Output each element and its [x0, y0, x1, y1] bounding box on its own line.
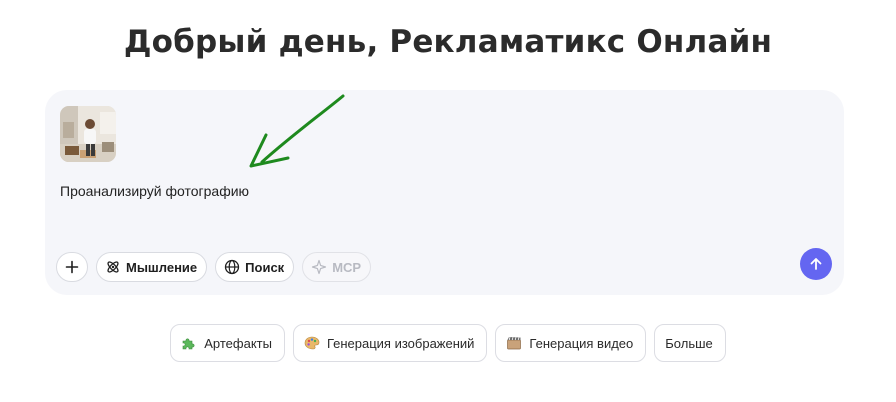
thinking-label: Мышление: [126, 259, 198, 275]
film-box-icon: [507, 336, 522, 350]
prompt-input-text[interactable]: Проанализируй фотографию: [60, 183, 249, 199]
suggestion-label: Генерация видео: [529, 335, 634, 351]
search-label: Поиск: [245, 259, 285, 275]
suggestion-chips: Артефакты Генерация изображений Генераци…: [0, 324, 896, 362]
suggestion-artifacts[interactable]: Артефакты: [170, 324, 285, 362]
suggestion-label: Больше: [665, 335, 713, 351]
greeting-title: Добрый день, Рекламатикс Онлайн: [123, 24, 773, 60]
composer-toolbar: Мышление Поиск MCP: [56, 252, 372, 282]
send-button[interactable]: [800, 248, 832, 280]
puzzle-icon: [182, 338, 195, 350]
sparkle-icon: [312, 259, 327, 275]
suggestion-label: Генерация изображений: [326, 335, 475, 351]
suggestion-label: Артефакты: [204, 335, 272, 351]
thinking-toggle-button[interactable]: Мышление: [96, 252, 208, 282]
suggestion-video-generation[interactable]: Генерация видео: [495, 324, 647, 362]
chat-composer[interactable]: Проанализируй фотографию Мышление Поиск …: [45, 90, 844, 295]
page: Добрый день, Рекламатикс Онлайн Проанали…: [0, 0, 896, 402]
arrow-up-icon: [810, 258, 822, 270]
add-attachment-button[interactable]: [56, 252, 88, 282]
mcp-label: MCP: [332, 259, 362, 275]
search-toggle-button[interactable]: Поиск: [215, 252, 295, 282]
suggestion-more[interactable]: Больше: [654, 324, 726, 362]
photo-image: [60, 106, 116, 162]
palette-icon: [304, 336, 320, 350]
suggestion-image-generation[interactable]: Генерация изображений: [292, 324, 488, 362]
attached-photo-thumbnail[interactable]: [60, 106, 116, 162]
mcp-toggle-button[interactable]: MCP: [302, 252, 372, 282]
globe-icon: [225, 259, 240, 275]
plus-icon: [65, 260, 79, 274]
atom-icon: [107, 261, 119, 273]
